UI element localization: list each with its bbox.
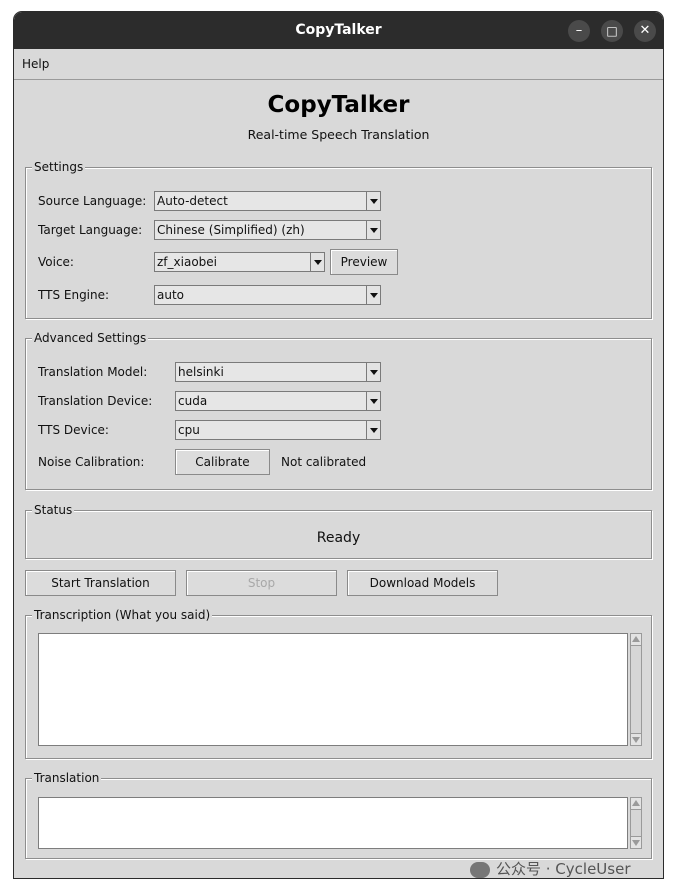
translation-legend: Translation xyxy=(32,770,102,786)
translation-device-label: Translation Device: xyxy=(38,394,153,408)
chevron-down-icon[interactable] xyxy=(366,221,380,239)
advanced-settings-legend: Advanced Settings xyxy=(32,330,149,346)
maximize-button[interactable]: □ xyxy=(601,20,623,42)
app-window: CopyTalker – □ ✕ Help CopyTalker Real-ti… xyxy=(13,11,664,879)
scroll-up-icon[interactable] xyxy=(631,798,641,810)
transcription-legend: Transcription (What you said) xyxy=(32,607,213,623)
wechat-icon xyxy=(470,861,490,878)
menu-bar: Help xyxy=(14,49,663,80)
chevron-down-icon[interactable] xyxy=(366,392,380,410)
target-language-value: Chinese (Simplified) (zh) xyxy=(157,223,305,237)
chevron-down-icon[interactable] xyxy=(366,363,380,381)
tts-engine-select[interactable]: auto xyxy=(154,285,381,305)
translation-device-select[interactable]: cuda xyxy=(175,391,381,411)
source-language-value: Auto-detect xyxy=(157,194,228,208)
scroll-down-icon[interactable] xyxy=(631,836,641,848)
tts-engine-value: auto xyxy=(157,288,185,302)
transcription-scrollbar[interactable] xyxy=(630,633,642,746)
transcription-textarea[interactable] xyxy=(38,633,628,746)
tts-device-value: cpu xyxy=(178,423,200,437)
transcription-group: Transcription (What you said) xyxy=(25,607,652,759)
scroll-down-icon[interactable] xyxy=(631,733,641,745)
settings-legend: Settings xyxy=(32,159,86,175)
close-button[interactable]: ✕ xyxy=(634,20,656,42)
chevron-down-icon[interactable] xyxy=(310,253,324,271)
tts-device-select[interactable]: cpu xyxy=(175,420,381,440)
stop-button[interactable]: Stop xyxy=(186,570,337,596)
translation-model-value: helsinki xyxy=(178,365,224,379)
title-bar[interactable]: CopyTalker – □ ✕ xyxy=(14,12,663,49)
source-language-label: Source Language: xyxy=(38,194,147,208)
calibration-status: Not calibrated xyxy=(281,455,367,469)
watermark-text: 公众号 · CycleUser xyxy=(496,860,631,878)
voice-select[interactable]: zf_xiaobei xyxy=(154,252,325,272)
preview-button[interactable]: Preview xyxy=(330,249,398,275)
chevron-down-icon[interactable] xyxy=(366,421,380,439)
advanced-settings-group: Advanced Settings Translation Model: hel… xyxy=(25,330,652,490)
translation-group: Translation xyxy=(25,770,652,859)
app-subtitle: Real-time Speech Translation xyxy=(247,127,430,142)
source-language-select[interactable]: Auto-detect xyxy=(154,191,381,211)
minimize-button[interactable]: – xyxy=(568,20,590,42)
translation-model-select[interactable]: helsinki xyxy=(175,362,381,382)
chevron-down-icon[interactable] xyxy=(366,286,380,304)
status-legend: Status xyxy=(32,502,75,518)
scroll-up-icon[interactable] xyxy=(631,634,641,646)
voice-label: Voice: xyxy=(38,255,74,269)
status-group: Status Ready xyxy=(25,502,652,559)
download-models-button[interactable]: Download Models xyxy=(347,570,498,596)
chevron-down-icon[interactable] xyxy=(366,192,380,210)
target-language-select[interactable]: Chinese (Simplified) (zh) xyxy=(154,220,381,240)
translation-model-label: Translation Model: xyxy=(38,365,148,379)
watermark: 公众号 · CycleUser xyxy=(470,858,631,879)
tts-device-label: TTS Device: xyxy=(38,423,109,437)
app-title: CopyTalker xyxy=(267,92,410,118)
translation-device-value: cuda xyxy=(178,394,208,408)
start-translation-button[interactable]: Start Translation xyxy=(25,570,176,596)
settings-group: Settings Source Language: Auto-detect Ta… xyxy=(25,159,652,319)
tts-engine-label: TTS Engine: xyxy=(38,288,110,302)
window-title: CopyTalker xyxy=(295,22,382,38)
translation-textarea[interactable] xyxy=(38,797,628,849)
menu-help[interactable]: Help xyxy=(22,49,49,79)
status-text: Ready xyxy=(316,530,361,546)
voice-value: zf_xiaobei xyxy=(157,255,217,269)
calibrate-button[interactable]: Calibrate xyxy=(175,449,270,475)
target-language-label: Target Language: xyxy=(38,223,143,237)
noise-calibration-label: Noise Calibration: xyxy=(38,455,145,469)
translation-scrollbar[interactable] xyxy=(630,797,642,849)
